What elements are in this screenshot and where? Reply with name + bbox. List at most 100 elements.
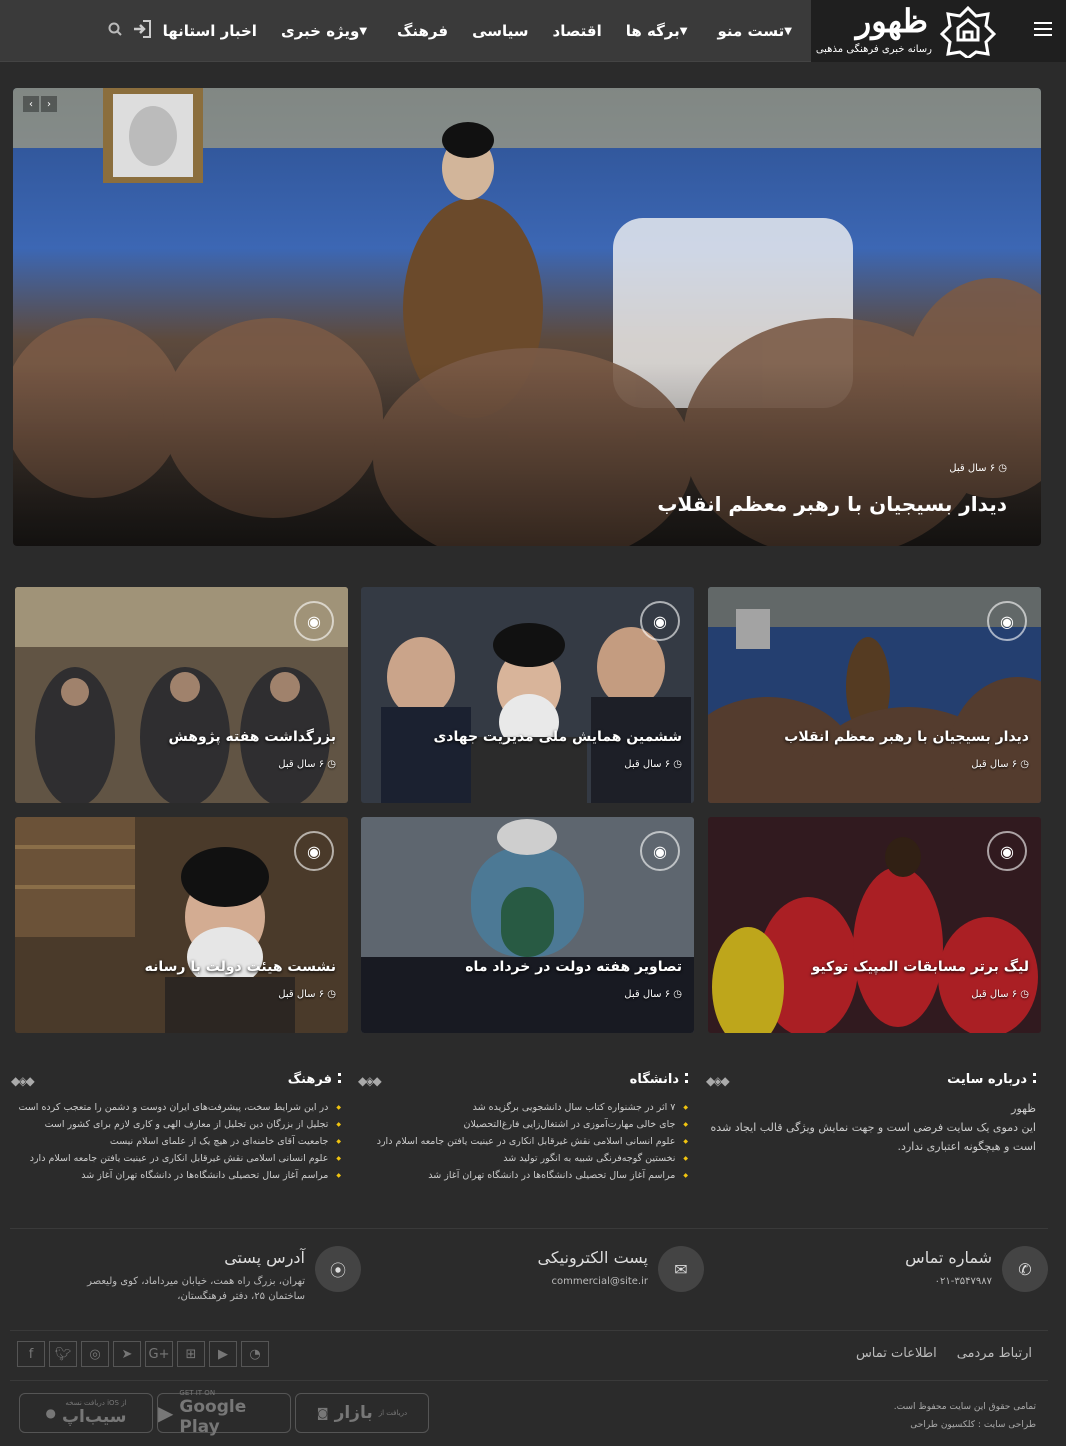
widget-about: ◆◈◆ درباره سایت ظهور این دموی یک سایت فر… bbox=[706, 1072, 1036, 1156]
nav-label: ویژه خبری bbox=[280, 22, 360, 40]
contact-address: ⦿ آدرس پستی تهران، بزرگ راه همت، خیابان … bbox=[31, 1244, 361, 1304]
google-play-badge[interactable]: ▶ GET IT ON Google Play bbox=[157, 1389, 291, 1437]
badge-small-text: دریافت از bbox=[378, 1409, 408, 1417]
card-meta: ◷ ۶ سال قبل bbox=[278, 989, 336, 1000]
camera-icon: ◉ bbox=[987, 831, 1027, 871]
card-date: ۶ سال قبل bbox=[971, 759, 1018, 770]
divider bbox=[10, 1228, 1048, 1229]
google-plus-icon[interactable]: G+ bbox=[145, 1341, 173, 1367]
ornament-icon: ◆◈◆ bbox=[706, 1074, 730, 1088]
list-item[interactable]: جای خالی مهارت‌آموزی در اشتغال‌زایی فارغ… bbox=[358, 1116, 688, 1133]
news-card[interactable]: ◉ دیدار بسیجیان با رهبر معظم انقلاب ◷ ۶ … bbox=[708, 587, 1041, 803]
footer-link[interactable]: اطلاعات تماس bbox=[856, 1346, 937, 1361]
badge-big-text: بازار bbox=[334, 1403, 373, 1423]
news-card[interactable]: ◉ ششمین همایش ملی مدیریت جهادی ◷ ۶ سال ق… bbox=[361, 587, 694, 803]
badge-big-text: سیب‌اپ bbox=[61, 1407, 127, 1427]
ornament-icon: ◆◈◆ bbox=[358, 1074, 382, 1088]
contact-value[interactable]: commercial@site.ir bbox=[552, 1274, 648, 1289]
slider-arrows: ‹ › bbox=[23, 96, 57, 112]
widget-title: درباره سایت bbox=[706, 1072, 1036, 1087]
list-item[interactable]: در این شرایط سخت، پیشرفت‌های ایران دوست … bbox=[11, 1099, 341, 1116]
login-icon[interactable] bbox=[132, 20, 152, 38]
twitter-icon[interactable]: 🐦︎ bbox=[49, 1341, 77, 1367]
list-item[interactable]: تجلیل از بزرگان دین تجلیل از معارف الهی … bbox=[11, 1116, 341, 1133]
logo-title[interactable]: ظهور bbox=[856, 2, 928, 40]
contact-title: شماره تماس bbox=[905, 1248, 992, 1267]
bazaar-badge[interactable]: ◙ بازار دریافت از bbox=[295, 1393, 429, 1433]
instagram-icon[interactable]: ◎ bbox=[81, 1341, 109, 1367]
sibapp-badge[interactable]: ● دریافت نسخه iOS از سیب‌اپ bbox=[19, 1393, 153, 1433]
card-date: ۶ سال قبل bbox=[278, 759, 325, 770]
badge-small-text: دریافت نسخه iOS از bbox=[65, 1399, 127, 1407]
list-item[interactable]: علوم انسانی اسلامی نقش غیرقابل انکاری در… bbox=[358, 1133, 688, 1150]
nav-label: برگه ها bbox=[625, 22, 680, 40]
badge-big-text: Google Play bbox=[179, 1397, 247, 1437]
card-title[interactable]: دیدار بسیجیان با رهبر معظم انقلاب bbox=[784, 729, 1029, 745]
copyright-line[interactable]: طراحی سایت : کلکسیون طراحی bbox=[894, 1416, 1036, 1434]
nav-item-pages[interactable]: برگه ها ▼ bbox=[626, 22, 694, 40]
card-title[interactable]: ششمین همایش ملی مدیریت جهادی bbox=[433, 729, 682, 745]
rss-icon[interactable]: ◔ bbox=[241, 1341, 269, 1367]
list-item[interactable]: جامعیت آقای خامنه‌ای در هیچ یک از علمای … bbox=[11, 1133, 341, 1150]
card-title[interactable]: بزرگداشت هفته پژوهش bbox=[168, 729, 336, 745]
contact-value[interactable]: ۰۲۱-۳۵۴۷۹۸۷ bbox=[935, 1274, 992, 1289]
nav-item-economy[interactable]: اقتصاد bbox=[553, 22, 602, 40]
facebook-icon[interactable]: f bbox=[17, 1341, 45, 1367]
site-header: ظهور رسانه خبری فرهنگی مذهبی تست منو ▼ بر… bbox=[0, 0, 1066, 62]
footer-link[interactable]: ارتباط مردمی bbox=[957, 1346, 1032, 1361]
widget-list: در این شرایط سخت، پیشرفت‌های ایران دوست … bbox=[11, 1099, 341, 1184]
search-icon[interactable] bbox=[108, 22, 122, 36]
nav-label: فرهنگ bbox=[397, 22, 449, 40]
news-card[interactable]: ◉ لیگ برتر مسابقات المپیک توکیو ◷ ۶ سال … bbox=[708, 817, 1041, 1033]
app-badges: ● دریافت نسخه iOS از سیب‌اپ ▶ GET IT ON Go… bbox=[19, 1389, 429, 1437]
list-item[interactable]: ۷ اثر در جشنواره کتاب سال دانشجویی برگزی… bbox=[358, 1099, 688, 1116]
news-card[interactable]: ◉ تصاویر هفته دولت در خرداد ماه ◷ ۶ سال … bbox=[361, 817, 694, 1033]
nav-item-provinces[interactable]: اخبار استانها bbox=[163, 22, 257, 40]
nav-item-test-menu[interactable]: تست منو ▼ bbox=[717, 22, 798, 40]
card-title[interactable]: نشست هیئت دولت با رسانه bbox=[145, 959, 336, 975]
nav-label: اخبار استانها bbox=[162, 22, 257, 40]
hero-date: ۶ سال قبل bbox=[949, 463, 996, 474]
chevron-right-icon[interactable]: › bbox=[41, 96, 57, 112]
list-item[interactable]: علوم انسانی اسلامی نقش غیرقابل انکاری در… bbox=[11, 1150, 341, 1167]
news-card[interactable]: ◉ نشست هیئت دولت با رسانه ◷ ۶ سال قبل bbox=[15, 817, 348, 1033]
nav-label: اقتصاد bbox=[552, 22, 602, 40]
card-date: ۶ سال قبل bbox=[624, 759, 671, 770]
about-brand: ظهور bbox=[1011, 1102, 1036, 1115]
windows-icon[interactable]: ⊞ bbox=[177, 1341, 205, 1367]
telegram-icon[interactable]: ➤ bbox=[113, 1341, 141, 1367]
hero-title[interactable]: دیدار بسیجیان با رهبر معظم انقلاب bbox=[657, 492, 1007, 516]
address-line: تهران، بزرگ راه همت، خیابان میرداماد، کو… bbox=[87, 1276, 305, 1287]
badge-small-text: GET IT ON bbox=[179, 1389, 216, 1397]
nav-item-culture[interactable]: فرهنگ bbox=[397, 22, 448, 40]
logo-mark[interactable] bbox=[940, 6, 996, 58]
card-title[interactable]: لیگ برتر مسابقات المپیک توکیو bbox=[812, 959, 1029, 975]
hamburger-icon[interactable] bbox=[1034, 22, 1052, 36]
social-icons: f 🐦︎ ◎ ➤ G+ ⊞ ▶ ◔ bbox=[17, 1341, 269, 1367]
camera-icon: ◉ bbox=[987, 601, 1027, 641]
chevron-left-icon[interactable]: ‹ bbox=[23, 96, 39, 112]
widget-list: ۷ اثر در جشنواره کتاب سال دانشجویی برگزی… bbox=[358, 1099, 688, 1184]
contact-phone: ✆ شماره تماس ۰۲۱-۳۵۴۷۹۸۷ bbox=[728, 1244, 1048, 1304]
apple-icon: ● bbox=[45, 1406, 56, 1420]
hero-slider[interactable]: ‹ › ◷ ۶ سال قبل دیدار بسیجیان با رهبر مع… bbox=[13, 88, 1041, 546]
ornament-icon: ◆◈◆ bbox=[11, 1074, 35, 1088]
list-item[interactable]: نخستین گوجه‌فرنگی شبیه به انگور تولید شد bbox=[358, 1150, 688, 1167]
widget-university: ◆◈◆ دانشگاه ۷ اثر در جشنواره کتاب سال دا… bbox=[358, 1072, 688, 1184]
news-card[interactable]: ◉ بزرگداشت هفته پژوهش ◷ ۶ سال قبل bbox=[15, 587, 348, 803]
nav-item-special-news[interactable]: ویژه خبری ▼ bbox=[281, 22, 373, 40]
list-item[interactable]: مراسم آغاز سال تحصیلی دانشگاه‌ها در دانش… bbox=[358, 1167, 688, 1184]
card-title[interactable]: تصاویر هفته دولت در خرداد ماه bbox=[465, 959, 682, 975]
card-meta: ◷ ۶ سال قبل bbox=[278, 759, 336, 770]
nav-label: تست منو bbox=[717, 22, 785, 40]
youtube-icon[interactable]: ▶ bbox=[209, 1341, 237, 1367]
contact-title: آدرس پستی bbox=[224, 1248, 305, 1267]
widget-title-text: دانشگاه bbox=[629, 1072, 679, 1087]
play-icon: ▶ bbox=[158, 1401, 174, 1425]
address-line: ساختمان ۲۵، دفتر فرهنگستان، bbox=[177, 1291, 305, 1302]
list-item[interactable]: مراسم آغاز سال تحصیلی دانشگاه‌ها در دانش… bbox=[11, 1167, 341, 1184]
nav-item-politics[interactable]: سیاسی bbox=[472, 22, 528, 40]
hero-image bbox=[13, 88, 1041, 546]
contact-title: پست الکترونیکی bbox=[537, 1248, 648, 1267]
card-date: ۶ سال قبل bbox=[278, 989, 325, 1000]
